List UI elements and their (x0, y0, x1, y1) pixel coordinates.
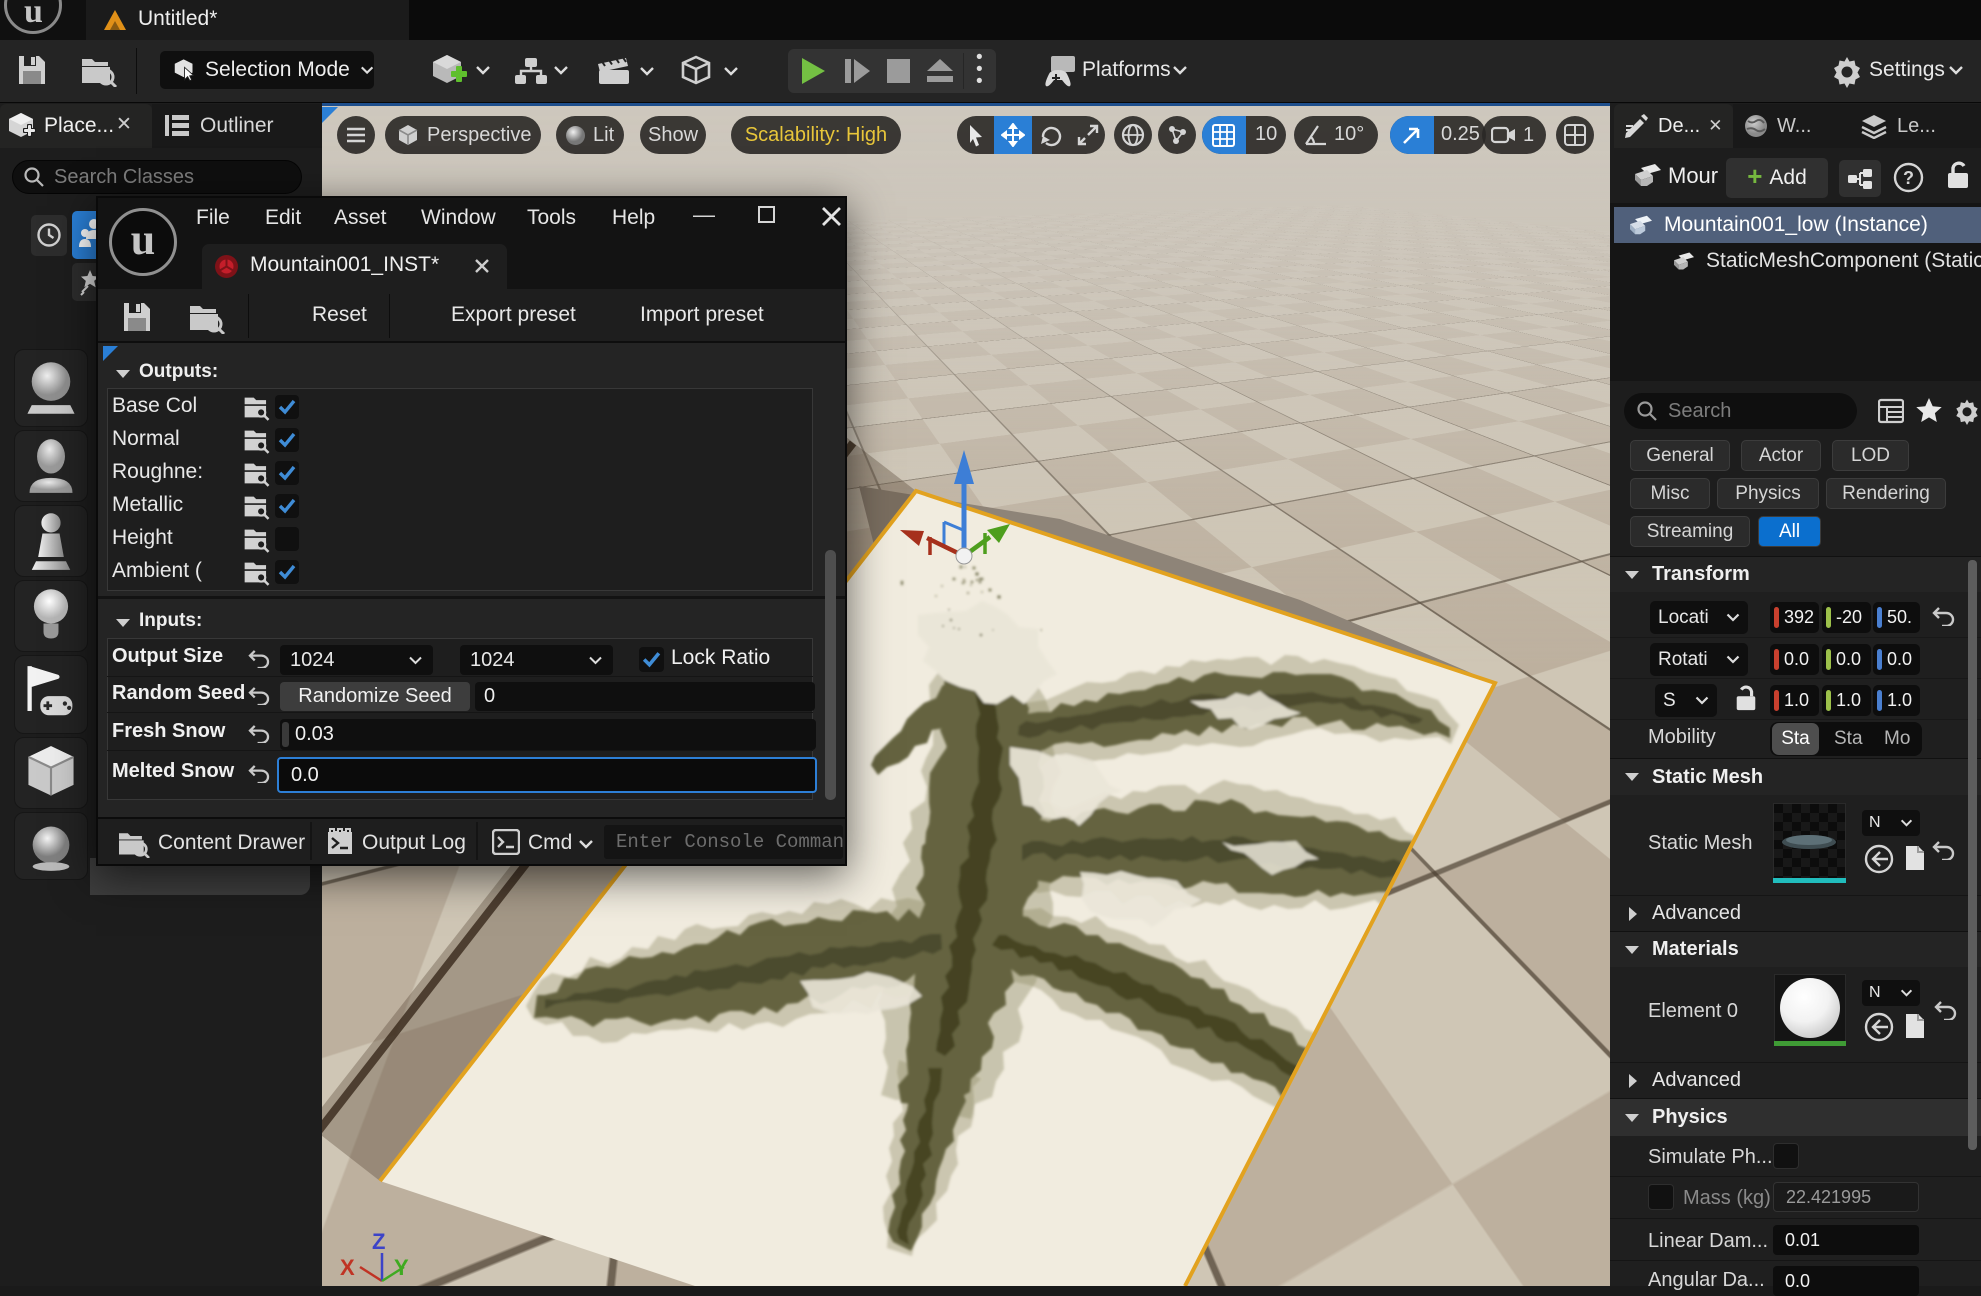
svg-text:X: X (340, 1255, 355, 1280)
svg-text:Y: Y (394, 1255, 409, 1280)
svg-text:?: ? (1903, 168, 1914, 188)
svg-text:Z: Z (372, 1229, 385, 1254)
